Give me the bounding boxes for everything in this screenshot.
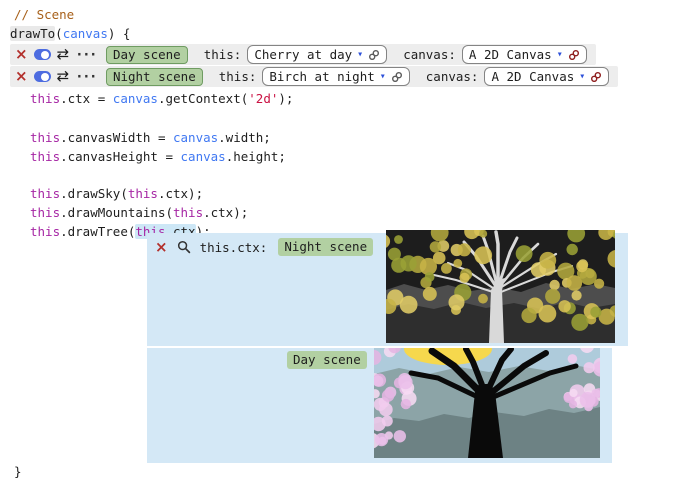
keyword-this: this [30,186,60,201]
remove-example-icon[interactable]: × [15,47,28,62]
link-icon[interactable] [391,71,403,83]
keyword-this: this [128,186,158,201]
code-close-brace: } [14,463,22,480]
probe-example-badge[interactable]: Night scene [278,238,373,256]
code-line-signature: drawTo(canvas) { [10,25,130,42]
code-token: .canvasHeight = [60,149,180,164]
canvas-binding-value: A 2D Canvas [491,69,574,84]
code-token-canvas: canvas [113,91,158,106]
code-token-canvas: canvas [181,149,226,164]
code-token: .ctx = [60,91,113,106]
code-token: .canvasWidth = [60,130,173,145]
code-token: ( [55,26,63,41]
canvas-binding-select[interactable]: A 2D Canvas ▾ [484,67,609,86]
chevron-down-icon: ▾ [557,50,563,60]
code-token: .drawSky( [60,186,128,201]
toggle-knob [41,51,49,59]
code-line-canvaswidth: this.canvasWidth = canvas.width; [30,129,271,146]
probe-panel: × this.ctx: Night scene [147,233,628,463]
code-token: .height; [226,149,286,164]
canvas-binding-select[interactable]: A 2D Canvas ▾ [462,45,587,64]
this-label: this: [219,69,257,84]
code-line-canvasheight: this.canvasHeight = canvas.height; [30,148,286,165]
toggle-knob [41,73,49,81]
canvas-binding-value: A 2D Canvas [469,47,552,62]
example-row-day: × ⇄ ··· Day scene this: Cherry at day ▾ … [10,44,596,65]
example-toggle[interactable] [34,49,51,60]
this-binding-select[interactable]: Cherry at day ▾ [247,45,387,64]
code-token: .width; [218,130,271,145]
canvas-label: canvas: [403,47,456,62]
example-row-night: × ⇄ ··· Night scene this: Birch at night… [10,66,618,87]
example-toggle[interactable] [34,71,51,82]
night-scene-canvas [386,230,615,343]
this-label: this: [204,47,242,62]
example-name-badge[interactable]: Day scene [106,46,188,64]
this-binding-value: Birch at night [269,69,374,84]
code-token: .drawTree( [60,224,135,239]
keyword-this: this [30,91,60,106]
code-token: .drawMountains( [60,205,173,220]
probe-result-day: Day scene [147,348,612,463]
swap-arrows-icon[interactable]: ⇄ [57,69,70,84]
swap-arrows-icon[interactable]: ⇄ [57,47,70,62]
link-icon[interactable] [568,49,580,61]
link-icon[interactable] [368,49,380,61]
method-name: drawTo [10,26,55,41]
code-token-canvas: canvas [63,26,108,41]
string-literal: '2d' [248,91,278,106]
keyword-this: this [30,149,60,164]
link-icon[interactable] [590,71,602,83]
this-binding-select[interactable]: Birch at night ▾ [262,67,409,86]
code-token: ) { [108,26,131,41]
close-probe-icon[interactable]: × [155,240,168,255]
chevron-down-icon: ▾ [357,50,363,60]
code-line-drawmountains: this.drawMountains(this.ctx); [30,204,248,221]
canvas-label: canvas: [426,69,479,84]
code-token: ); [278,91,293,106]
remove-example-icon[interactable]: × [15,69,28,84]
more-options-icon[interactable]: ··· [75,48,96,62]
code-comment: // Scene [14,6,74,23]
this-binding-value: Cherry at day [254,47,352,62]
chevron-down-icon: ▾ [380,72,386,82]
code-token-canvas: canvas [173,130,218,145]
chevron-down-icon: ▾ [579,72,585,82]
code-token: .ctx); [158,186,203,201]
probe-example-badge[interactable]: Day scene [287,351,367,369]
code-line-getcontext: this.ctx = canvas.getContext('2d'); [30,90,293,107]
keyword-this: this [30,205,60,220]
code-line-drawsky: this.drawSky(this.ctx); [30,185,203,202]
example-name-badge[interactable]: Night scene [106,68,203,86]
magnifier-icon[interactable] [177,240,191,254]
code-token: .ctx); [203,205,248,220]
more-options-icon[interactable]: ··· [75,70,96,84]
probe-result-night: × this.ctx: Night scene [147,233,628,346]
keyword-this: this [30,130,60,145]
probe-expression: this.ctx: [200,240,268,255]
code-token: .getContext( [158,91,248,106]
day-scene-canvas [374,348,600,458]
keyword-this: this [30,224,60,239]
keyword-this: this [173,205,203,220]
